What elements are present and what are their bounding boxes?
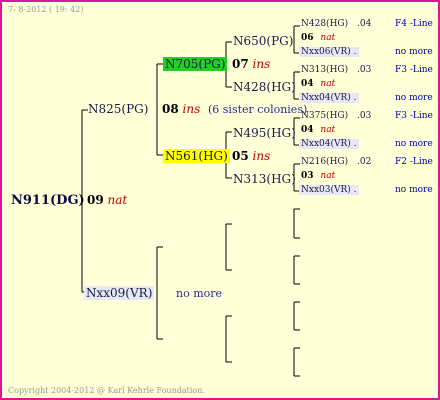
date-stamp: 7- 8-2012 ( 19: 42): [8, 5, 84, 14]
gen4-no-more: no more: [395, 185, 433, 195]
gen4-row: N375(HG) .03: [301, 111, 371, 121]
gen4-drone-id: Nxx04(VR): [301, 139, 351, 149]
gen4-version: .02: [357, 157, 372, 167]
gen4-drone-id: Nxx06(VR): [301, 47, 351, 57]
gen4-drone-id: Nxx04(VR): [301, 93, 351, 103]
gen3-node-c: N495(HG): [233, 126, 296, 140]
root-tag: nat: [107, 193, 128, 207]
gen4-drone-dot: .: [353, 139, 357, 149]
gen4-id: N375(HG): [301, 111, 349, 121]
gen4-row: N313(HG) .03: [301, 65, 371, 75]
gen4-tag: nat: [320, 33, 336, 43]
sister-colonies-note: (6 sister colonies): [208, 103, 308, 116]
gen4-tag: nat: [320, 171, 336, 181]
gen4-drone-dot: .: [353, 47, 357, 57]
gen4-tag: nat: [320, 79, 336, 89]
gen4-id: N428(HG): [301, 19, 349, 29]
gen4-no-more: no more: [395, 93, 433, 103]
gen4-year: 03: [301, 171, 314, 181]
gen4-line-label: F3 -Line: [395, 111, 433, 121]
gen4-id: N313(HG): [301, 65, 349, 75]
gen4-id: N216(HG): [301, 157, 349, 167]
gen4-year: 04: [301, 79, 314, 89]
gen4-drone-dot: .: [353, 185, 357, 195]
no-more-note: no more: [176, 287, 223, 300]
gen4-line-label: F4 -Line: [395, 19, 433, 29]
gen3-node-a: N650(PG): [233, 34, 294, 48]
gen4-year-row: 06 nat: [301, 33, 335, 43]
gen4-version: .03: [357, 65, 372, 75]
gen4-drone-row: Nxx04(VR) .: [299, 93, 359, 103]
gen3-node-d: N313(HG): [233, 172, 296, 186]
gen2-a-tag: ins: [252, 57, 271, 71]
gen4-drone-row: Nxx03(VR) .: [299, 185, 359, 195]
sire-year: 08: [162, 102, 179, 116]
gen4-drone-row: Nxx06(VR) .: [299, 47, 359, 57]
gen3-node-b: N428(HG): [233, 80, 296, 94]
root-queen-info: 09 nat: [87, 193, 127, 207]
copyright-footer: Copyright 2004-2012 @ Karl Kehrle Founda…: [8, 386, 205, 395]
root-year: 09: [87, 193, 104, 207]
gen4-year-row: 04 nat: [301, 125, 335, 135]
gen4-no-more: no more: [395, 139, 433, 149]
gen4-version: .03: [357, 111, 372, 121]
gen4-version: .04: [357, 19, 372, 29]
sire-queen-info: 08 ins: [162, 102, 200, 116]
gen2-node-a-info: 07 ins: [232, 57, 270, 71]
gen4-tag: nat: [320, 125, 336, 135]
gen2-node-a: N705(PG): [163, 57, 228, 71]
gen2-b-year: 05: [232, 149, 249, 163]
gen2-a-year: 07: [232, 57, 249, 71]
gen4-drone-id: Nxx03(VR): [301, 185, 351, 195]
gen4-no-more: no more: [395, 47, 433, 57]
gen2-b-tag: ins: [252, 149, 271, 163]
gen4-year: 06: [301, 33, 314, 43]
gen4-drone-row: Nxx04(VR) .: [299, 139, 359, 149]
gen4-year: 04: [301, 125, 314, 135]
gen4-row: N216(HG) .02: [301, 157, 371, 167]
pedigree-frame: 7- 8-2012 ( 19: 42) N911(DG) 09 nat N825…: [0, 0, 440, 400]
gen2-node-b-info: 05 ins: [232, 149, 270, 163]
gen4-year-row: 03 nat: [301, 171, 335, 181]
gen4-line-label: F3 -Line: [395, 65, 433, 75]
dam-drone-id: Nxx09(VR): [84, 286, 155, 300]
gen2-node-b: N561(HG): [163, 149, 230, 163]
gen4-drone-dot: .: [353, 93, 357, 103]
gen4-row: N428(HG) .04: [301, 19, 371, 29]
sire-tag: ins: [182, 102, 201, 116]
root-queen-id: N911(DG): [11, 193, 85, 208]
gen4-year-row: 04 nat: [301, 79, 335, 89]
sire-queen-id: N825(PG): [88, 102, 149, 116]
gen4-line-label: F2 -Line: [395, 157, 433, 167]
